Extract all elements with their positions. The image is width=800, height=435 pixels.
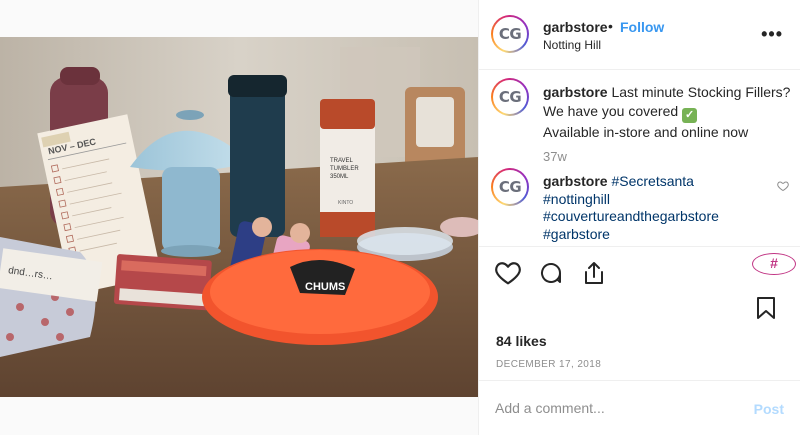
comments-section: CG garbstore Last minute Stocking Filler… xyxy=(479,70,800,246)
comment-username-link[interactable]: garbstore xyxy=(543,173,608,189)
product-flatlay-illustration: NOV – DEC TRAVEL TUMBLER 350ML KINTO dnd… xyxy=(0,37,478,397)
hashtag-link[interactable]: #couvertureandthegarbstore xyxy=(543,208,763,226)
avatar-initials: CG xyxy=(498,88,522,106)
post-photo[interactable]: NOV – DEC TRAVEL TUMBLER 350ML KINTO dnd… xyxy=(0,37,478,397)
comment-text: garbstore #Secretsanta #nottinghill #cou… xyxy=(543,173,763,243)
caption-avatar[interactable]: CG xyxy=(491,78,529,116)
hashtag-link[interactable]: #nottinghill xyxy=(543,191,763,209)
orange-frisbee: CHUMS xyxy=(202,249,438,345)
share-icon[interactable] xyxy=(582,260,606,286)
check-mark-icon: ✓ xyxy=(682,108,698,123)
red-card-holder xyxy=(113,254,212,311)
hashtag-link[interactable]: #garbstore xyxy=(543,226,763,244)
frisbee-logo-text: CHUMS xyxy=(305,281,345,293)
bookmark-icon[interactable] xyxy=(756,296,776,320)
post-comment-button[interactable]: Post xyxy=(754,401,784,417)
post-details-pane: CG garbstore • Follow Notting Hill ••• C… xyxy=(478,0,800,435)
caption-timestamp[interactable]: 37w xyxy=(543,149,567,164)
tumbler-label: TRAVEL xyxy=(330,158,354,164)
tumbler-label: TUMBLER xyxy=(330,166,359,172)
hashtag-link[interactable]: #Secretsanta xyxy=(611,173,694,189)
post-date[interactable]: DECEMBER 17, 2018 xyxy=(496,359,601,370)
caption-line-2: We have you covered xyxy=(543,103,679,119)
comment-icon[interactable] xyxy=(539,261,563,285)
navy-tumbler xyxy=(228,75,287,237)
heart-icon[interactable] xyxy=(495,261,521,285)
tumbler-brand: KINTO xyxy=(338,200,353,206)
post-header: CG garbstore • Follow Notting Hill ••• xyxy=(479,0,800,70)
location-link[interactable]: Notting Hill xyxy=(543,38,601,52)
comment-input[interactable] xyxy=(495,395,735,421)
likes-count[interactable]: 84 likes xyxy=(496,333,547,349)
caption-username-link[interactable]: garbstore xyxy=(543,84,608,100)
avatar-initials: CG xyxy=(498,178,522,196)
more-options-icon[interactable]: ••• xyxy=(761,24,783,45)
add-comment-bar: Post xyxy=(479,380,800,435)
separator-dot: • xyxy=(608,18,613,34)
caption-text: garbstore Last minute Stocking Fillers? … xyxy=(543,83,793,142)
caption-line-3: Available in-store and online now xyxy=(543,124,749,140)
tumbler-label: 350ML xyxy=(330,174,349,180)
post-media-pane: NOV – DEC TRAVEL TUMBLER 350ML KINTO dnd… xyxy=(0,0,478,435)
comment-like-heart-icon[interactable] xyxy=(777,180,789,192)
caption-line-1: Last minute Stocking Fillers? xyxy=(611,84,791,100)
red-tumbler: TRAVEL TUMBLER 350ML KINTO xyxy=(320,99,375,237)
avatar-initials: CG xyxy=(498,25,522,43)
hashtag-badge: # xyxy=(752,253,796,275)
follow-button[interactable]: Follow xyxy=(620,19,664,35)
action-bar: # 84 likes DECEMBER 17, 2018 xyxy=(479,246,800,370)
comment-avatar[interactable]: CG xyxy=(491,168,529,206)
header-username-link[interactable]: garbstore xyxy=(543,19,608,35)
profile-avatar[interactable]: CG xyxy=(491,15,529,53)
